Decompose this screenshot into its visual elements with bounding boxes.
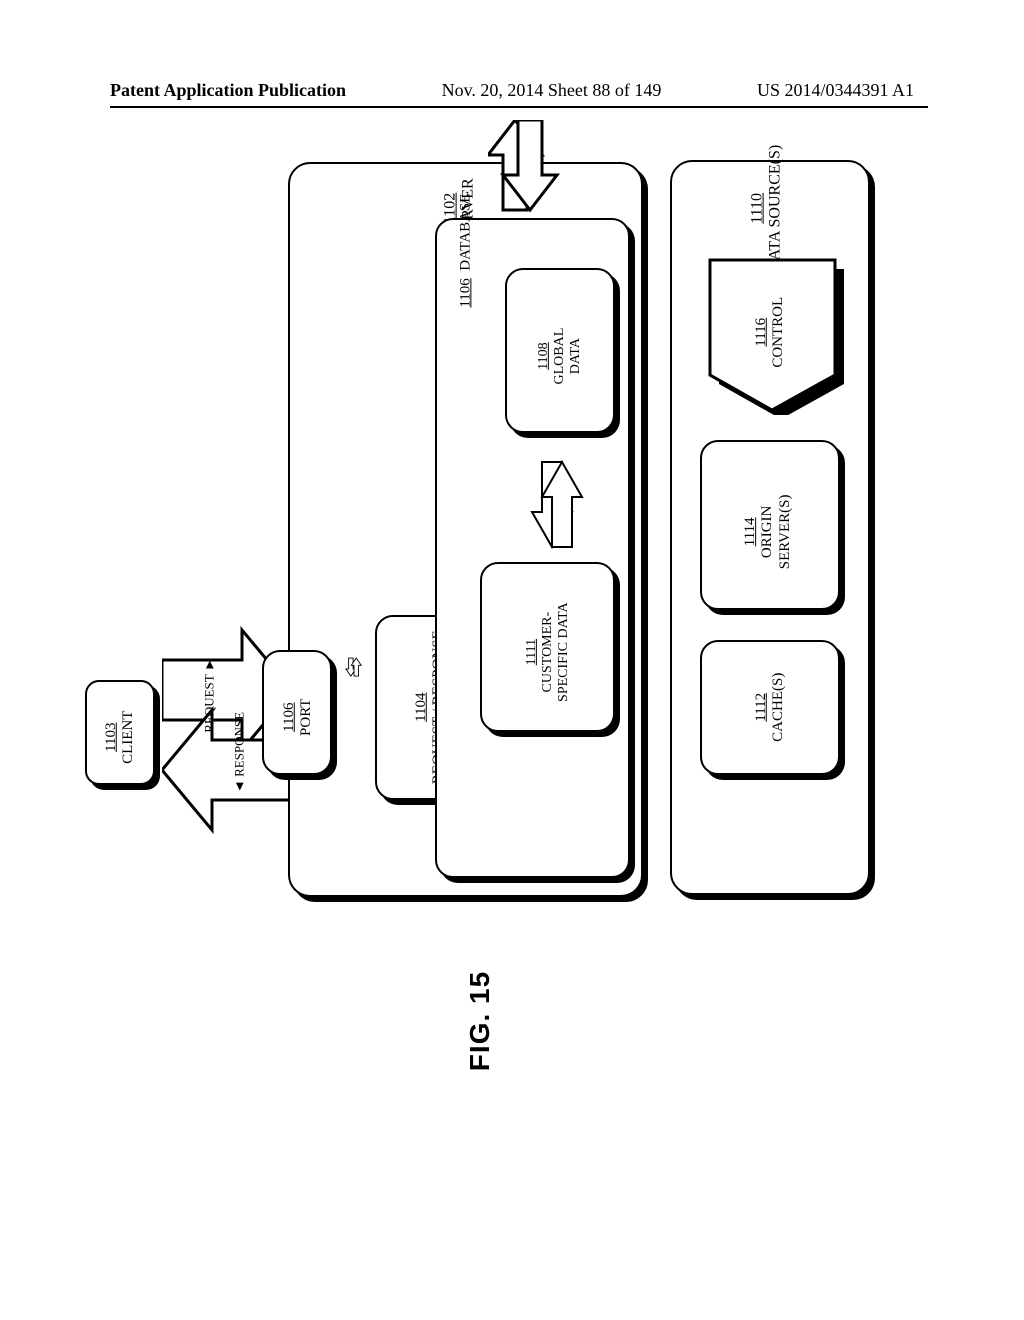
header-publication-type: Patent Application Publication	[110, 80, 346, 101]
global-data-label: 1108 GLOBAL DATA	[536, 266, 584, 446]
control-label: 1116 CONTROL	[753, 232, 788, 432]
request-label: REQUEST ►	[203, 635, 218, 755]
port-reqresp-arrow	[336, 650, 372, 686]
page-header: Patent Application Publication Nov. 20, …	[0, 80, 1024, 101]
header-rule	[110, 106, 928, 108]
header-date-sheet: Nov. 20, 2014 Sheet 88 of 149	[442, 80, 662, 101]
origin-servers-label: 1114 ORIGIN SERVER(S)	[742, 432, 794, 632]
database-internal-arrow	[530, 452, 590, 552]
port-label: 1106 PORT	[281, 657, 316, 777]
caches-label: 1112 CACHE(S)	[753, 607, 788, 807]
database-label: 1106 DATABASE	[457, 151, 474, 351]
response-label: ◄ RESPONSE	[233, 692, 248, 812]
client-ref: 1103	[103, 723, 119, 752]
customer-data-label: 1111 CUSTOMER-SPECIFIC DATA	[524, 552, 572, 752]
server-datasource-arrows	[488, 120, 568, 215]
figure-diagram: 1103 CLIENT REQUEST ► ◄ RESPONSE 1102 SE…	[110, 160, 910, 980]
figure-label: FIG. 15	[464, 971, 496, 1071]
client-label: 1103 CLIENT	[103, 677, 138, 797]
client-name: CLIENT	[120, 711, 136, 764]
